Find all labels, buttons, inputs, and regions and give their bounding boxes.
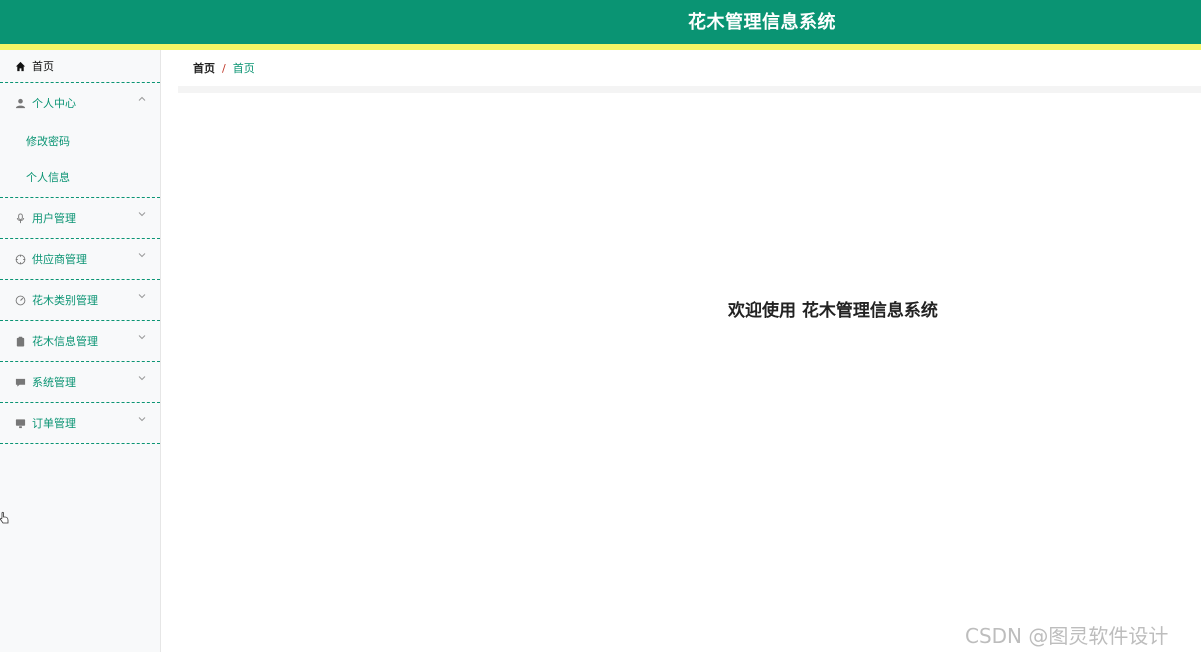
- app-title: 花木管理信息系统: [688, 12, 836, 33]
- sidebar-item-system-management-row[interactable]: 系统管理: [0, 362, 160, 402]
- watermark-text: CSDN @图灵软件设计: [965, 624, 1169, 648]
- sidebar-item-category-management-row[interactable]: 花木类别管理: [0, 280, 160, 320]
- sidebar: 首页 个人中心 修改密码 个人信息 用户管理 供应商管理 花木类别管理 花木信息…: [0, 50, 161, 652]
- sidebar-item-user-management-row[interactable]: 用户管理: [0, 198, 160, 238]
- sidebar-item-supplier-management-row[interactable]: 供应商管理: [0, 239, 160, 279]
- breadcrumb-separator: /: [222, 61, 226, 75]
- breadcrumb: 首页 / 首页: [178, 50, 1201, 86]
- breadcrumb-current: 首页: [232, 62, 255, 75]
- chevron-down-icon: [138, 374, 146, 382]
- sidebar-item-label: 订单管理: [32, 417, 76, 430]
- chevron-up-icon: [138, 95, 146, 103]
- submenu-item-personal-info[interactable]: 个人信息: [0, 159, 160, 195]
- breadcrumb-home-link[interactable]: 首页: [193, 60, 215, 76]
- sidebar-item-supplier-management[interactable]: 供应商管理: [0, 239, 160, 280]
- sidebar-item-label: 首页: [32, 60, 54, 73]
- sidebar-item-label: 花木类别管理: [32, 294, 98, 307]
- sidebar-item-category-management[interactable]: 花木类别管理: [0, 280, 160, 321]
- chevron-down-icon: [138, 292, 146, 300]
- chevron-down-icon: [138, 251, 146, 259]
- chat-icon: [14, 376, 26, 388]
- sidebar-item-order-management-row[interactable]: 订单管理: [0, 403, 160, 443]
- microphone-icon: [14, 212, 26, 224]
- user-icon: [14, 97, 26, 109]
- sidebar-item-plant-info-management[interactable]: 花木信息管理: [0, 321, 160, 362]
- compass-icon: [14, 253, 26, 265]
- hand-cursor-icon: [0, 510, 10, 524]
- submenu-personal-center: 修改密码 个人信息: [0, 123, 160, 197]
- sidebar-item-label: 用户管理: [32, 212, 76, 225]
- sidebar-item-label: 个人中心: [32, 97, 76, 110]
- welcome-message: 欢迎使用 花木管理信息系统: [728, 301, 938, 321]
- chevron-down-icon: [138, 210, 146, 218]
- top-header-bar: 花木管理信息系统: [0, 0, 1201, 44]
- clipboard-icon: [14, 335, 26, 347]
- sidebar-item-home-row[interactable]: 首页: [0, 50, 160, 82]
- chevron-down-icon: [138, 333, 146, 341]
- sidebar-item-system-management[interactable]: 系统管理: [0, 362, 160, 403]
- sidebar-item-order-management[interactable]: 订单管理: [0, 403, 160, 444]
- sidebar-item-home[interactable]: 首页: [0, 50, 160, 83]
- submenu-item-change-password[interactable]: 修改密码: [0, 123, 160, 159]
- sidebar-item-plant-info-management-row[interactable]: 花木信息管理: [0, 321, 160, 361]
- sidebar-item-label: 供应商管理: [32, 253, 87, 266]
- main-content: 欢迎使用 花木管理信息系统: [178, 93, 1201, 652]
- sidebar-item-label: 系统管理: [32, 376, 76, 389]
- chevron-down-icon: [138, 415, 146, 423]
- home-icon: [14, 60, 26, 72]
- sidebar-item-label: 花木信息管理: [32, 335, 98, 348]
- sidebar-item-personal-center-row[interactable]: 个人中心: [0, 83, 160, 123]
- sidebar-item-user-management[interactable]: 用户管理: [0, 198, 160, 239]
- monitor-icon: [14, 417, 26, 429]
- sidebar-item-personal-center[interactable]: 个人中心 修改密码 个人信息: [0, 83, 160, 198]
- gauge-icon: [14, 294, 26, 306]
- content-divider: [178, 86, 1201, 93]
